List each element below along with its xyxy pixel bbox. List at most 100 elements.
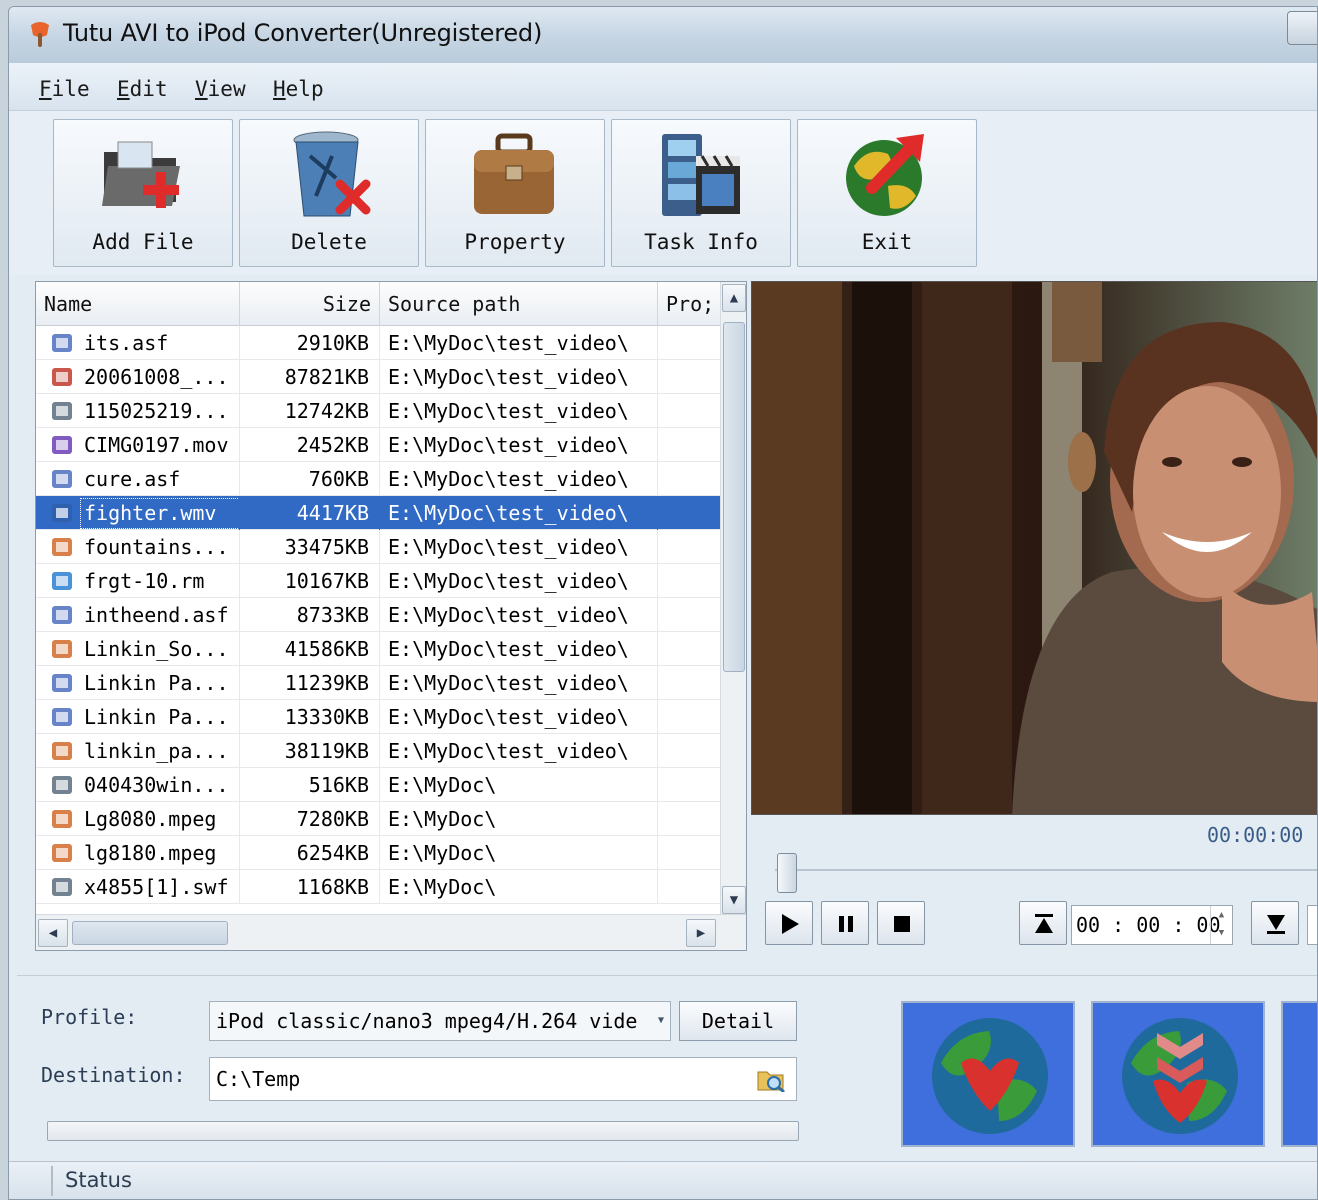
menu-view[interactable]: View [195, 77, 246, 101]
table-row[interactable]: 20061008_... 87821KB E:\MyDoc\test_video\ [36, 360, 720, 394]
table-row[interactable]: CIMG0197.mov 2452KB E:\MyDoc\test_video\ [36, 428, 720, 462]
profile-select[interactable]: iPod classic/nano3 mpeg4/H.264 vide ▼ [209, 1001, 671, 1041]
file-progress [658, 802, 720, 836]
file-source-path: E:\MyDoc\test_video\ [380, 394, 658, 428]
table-row[interactable]: fighter.wmv 4417KB E:\MyDoc\test_video\ [36, 496, 720, 530]
table-row[interactable]: fountains... 33475KB E:\MyDoc\test_video\ [36, 530, 720, 564]
app-window: Tutu AVI to iPod Converter(Unregistered)… [8, 6, 1318, 1200]
file-source-path: E:\MyDoc\test_video\ [380, 666, 658, 700]
table-row[interactable]: Lg8080.mpeg 7280KB E:\MyDoc\ [36, 802, 720, 836]
vertical-scroll-thumb[interactable] [723, 322, 745, 672]
table-row[interactable]: linkin_pa... 38119KB E:\MyDoc\test_video\ [36, 734, 720, 768]
table-row[interactable]: lg8180.mpeg 6254KB E:\MyDoc\ [36, 836, 720, 870]
file-size: 6254KB [240, 836, 380, 870]
window-title: Tutu AVI to iPod Converter(Unregistered) [63, 19, 543, 47]
file-name: 115025219... [84, 399, 229, 423]
file-name: fighter.wmv [84, 501, 217, 525]
table-row[interactable]: frgt-10.rm 10167KB E:\MyDoc\test_video\ [36, 564, 720, 598]
table-row[interactable]: x4855[1].swf 1168KB E:\MyDoc\ [36, 870, 720, 904]
delete-button[interactable]: Delete [239, 119, 419, 267]
table-row[interactable]: cure.asf 760KB E:\MyDoc\test_video\ [36, 462, 720, 496]
file-name-cell: x4855[1].swf [36, 870, 240, 904]
vertical-scrollbar[interactable]: ▲ ▼ [720, 282, 746, 916]
file-name: Lg8080.mpeg [84, 807, 217, 831]
table-row[interactable]: Linkin Pa... 13330KB E:\MyDoc\test_video\ [36, 700, 720, 734]
scroll-left-icon[interactable]: ◀ [38, 919, 68, 947]
scroll-down-icon[interactable]: ▼ [722, 886, 746, 914]
column-source-path[interactable]: Source path [380, 282, 658, 326]
file-list[interactable]: Name Size Source path Pro; its.asf 2910KB… [35, 281, 747, 951]
play-button[interactable] [765, 901, 813, 945]
file-name-cell: its.asf [36, 326, 240, 360]
table-row[interactable]: Linkin_So... 41586KB E:\MyDoc\test_video\ [36, 632, 720, 666]
file-size: 11239KB [240, 666, 380, 700]
title-bar[interactable]: Tutu AVI to iPod Converter(Unregistered) [9, 7, 1317, 63]
seek-slider[interactable] [775, 849, 1317, 893]
set-end-button[interactable] [1251, 901, 1299, 945]
column-progress[interactable]: Pro; [658, 282, 722, 326]
menu-bar: File Edit View Help [9, 63, 1317, 111]
seek-thumb[interactable] [777, 853, 797, 893]
convert-button[interactable] [901, 1001, 1075, 1147]
add-file-button[interactable]: Add File [53, 119, 233, 267]
table-row[interactable]: intheend.asf 8733KB E:\MyDoc\test_video\ [36, 598, 720, 632]
column-name[interactable]: Name [36, 282, 240, 326]
detail-button[interactable]: Detail [679, 1001, 797, 1041]
file-name-cell: cure.asf [36, 462, 240, 496]
file-name: cure.asf [84, 467, 181, 491]
file-source-path: E:\MyDoc\test_video\ [380, 360, 658, 394]
mpg-file-icon [52, 742, 72, 760]
scroll-right-icon[interactable]: ▶ [686, 919, 716, 947]
file-name-cell: lg8180.mpeg [36, 836, 240, 870]
file-name: fountains... [84, 535, 229, 559]
file-name-cell: Linkin Pa... [36, 700, 240, 734]
table-row[interactable]: its.asf 2910KB E:\MyDoc\test_video\ [36, 326, 720, 360]
set-start-button[interactable] [1019, 901, 1067, 945]
status-bar: Status [9, 1161, 1317, 1199]
pause-button[interactable] [821, 901, 869, 945]
table-row[interactable]: Linkin Pa... 11239KB E:\MyDoc\test_video\ [36, 666, 720, 700]
file-progress [658, 700, 720, 734]
menu-file[interactable]: File [39, 77, 90, 101]
extra-action-button[interactable] [1281, 1001, 1317, 1147]
status-separator [51, 1166, 53, 1196]
file-name: Linkin Pa... [84, 671, 229, 695]
minimize-button[interactable] [1287, 11, 1317, 45]
mpg-file-icon [52, 844, 72, 862]
file-size: 4417KB [240, 496, 380, 530]
end-time-input[interactable] [1307, 905, 1317, 945]
clip-time-input[interactable]: 00 : 00 : 00 ▲ ▼ [1071, 905, 1233, 945]
table-row[interactable]: 115025219... 12742KB E:\MyDoc\test_video\ [36, 394, 720, 428]
file-name: frgt-10.rm [84, 569, 205, 593]
horizontal-scrollbar[interactable]: ◀ ▶ [36, 914, 746, 950]
add-file-label: Add File [92, 230, 194, 254]
file-source-path: E:\MyDoc\test_video\ [380, 428, 658, 462]
file-progress [658, 360, 720, 394]
file-rows: its.asf 2910KB E:\MyDoc\test_video\ 2006100… [36, 326, 720, 916]
browse-folder-icon[interactable] [756, 1066, 786, 1092]
exit-button[interactable]: Exit [797, 119, 977, 267]
task-info-button[interactable]: Task Info [611, 119, 791, 267]
destination-input[interactable]: C:\Temp [209, 1057, 797, 1101]
time-spinner-icon[interactable]: ▲ ▼ [1210, 906, 1232, 944]
exit-icon [846, 134, 924, 216]
set-end-icon [1267, 915, 1285, 934]
menu-edit[interactable]: Edit [117, 77, 168, 101]
stop-button[interactable] [877, 901, 925, 945]
convert-all-button[interactable] [1091, 1001, 1265, 1147]
file-source-path: E:\MyDoc\test_video\ [380, 700, 658, 734]
column-size[interactable]: Size [240, 282, 380, 326]
file-name-cell: 040430win... [36, 768, 240, 802]
current-time-display: 00:00:00 [1207, 823, 1304, 847]
table-row[interactable]: 040430win... 516KB E:\MyDoc\ [36, 768, 720, 802]
horizontal-scroll-thumb[interactable] [72, 921, 228, 945]
profile-value: iPod classic/nano3 mpeg4/H.264 vide [216, 1009, 638, 1033]
asf-file-icon [52, 674, 72, 692]
chevron-down-icon[interactable]: ▼ [658, 1002, 664, 1040]
file-progress [658, 632, 720, 666]
property-button[interactable]: Property [425, 119, 605, 267]
file-progress [658, 598, 720, 632]
menu-help[interactable]: Help [273, 77, 324, 101]
scroll-up-icon[interactable]: ▲ [722, 284, 746, 312]
app-logo-icon [31, 22, 49, 47]
